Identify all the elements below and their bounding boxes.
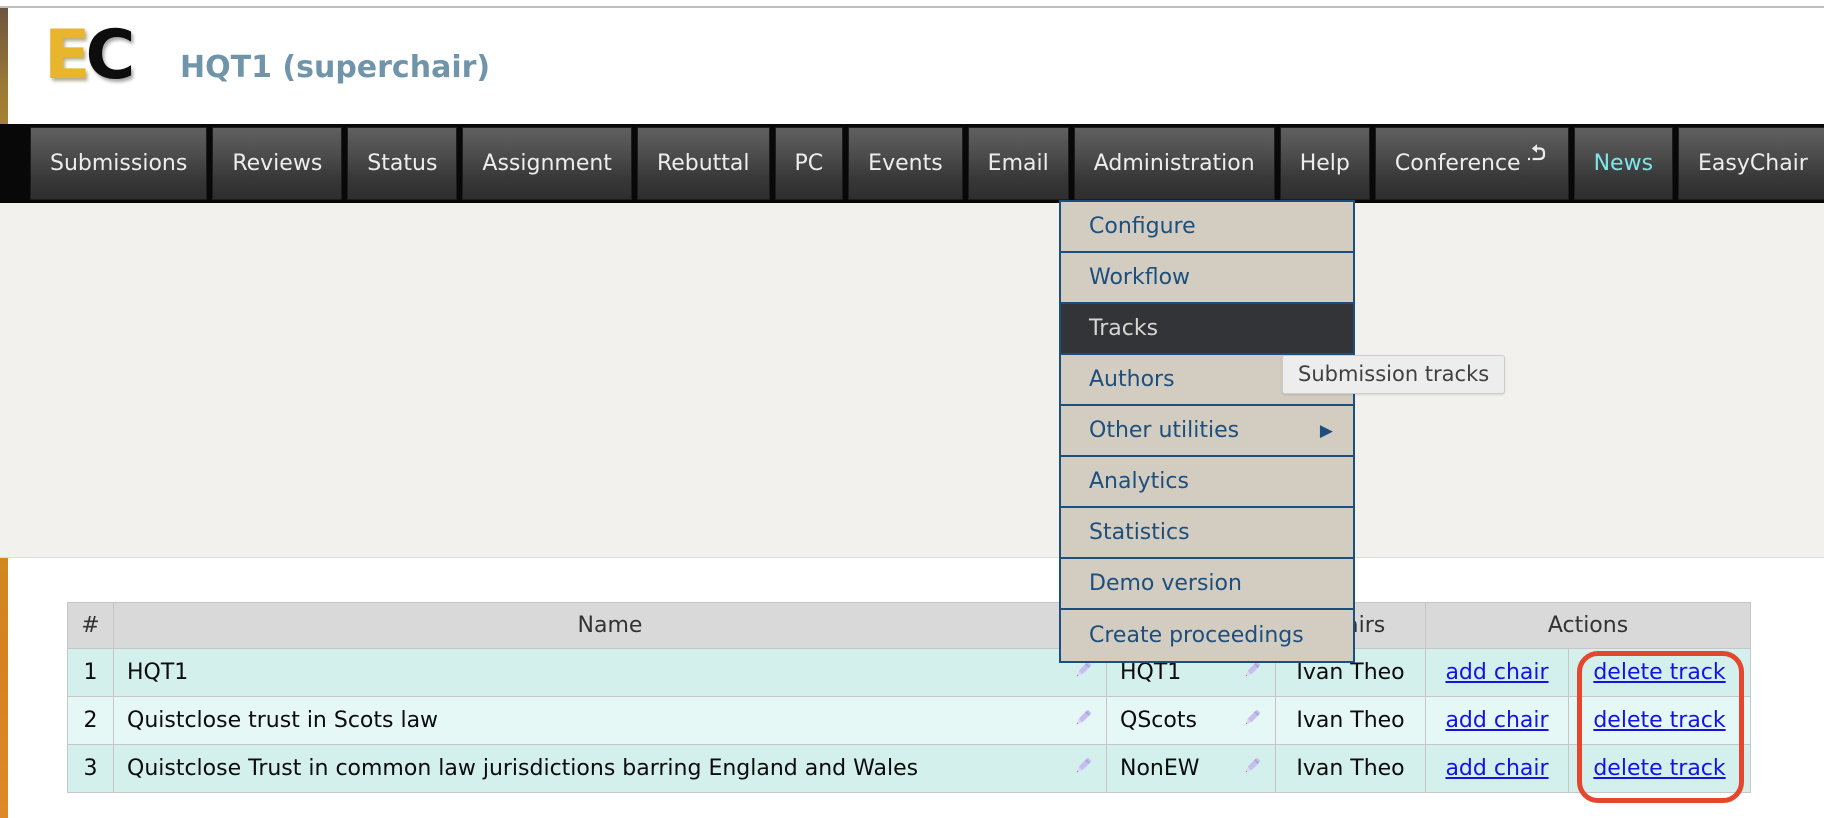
nav-help[interactable]: Help [1280,127,1370,200]
header-actions: Actions [1426,603,1751,649]
edit-pencil-icon[interactable] [1073,660,1093,686]
tracks-tooltip: Submission tracks [1282,355,1505,394]
nav-submissions[interactable]: Submissions [30,127,207,200]
delete-track-link[interactable]: delete track [1593,660,1725,685]
menu-item-tracks[interactable]: Tracks [1061,304,1353,355]
edit-pencil-icon[interactable] [1242,756,1262,782]
tracks-table: # Name Chairs Actions 1 HQT1 HQT1 Ivan T… [67,602,1751,793]
add-chair-link[interactable]: add chair [1445,708,1548,733]
track-shortname-cell[interactable]: QScots [1107,697,1276,745]
add-chair-link[interactable]: add chair [1445,660,1548,685]
table-row: 1 HQT1 HQT1 Ivan Theo add chair delete t… [68,649,1751,697]
edit-pencil-icon[interactable] [1073,708,1093,734]
nav-rebuttal[interactable]: Rebuttal [637,127,770,200]
intro-band [0,203,1824,558]
easychair-logo: EC [44,22,130,90]
nav-pc[interactable]: PC [775,127,844,200]
nav-news[interactable]: News [1574,127,1673,200]
track-number: 1 [68,649,114,697]
nav-easychair[interactable]: EasyChair [1678,127,1824,200]
track-name-cell[interactable]: Quistclose Trust in common law jurisdict… [114,745,1107,793]
administration-dropdown-menu: Configure Workflow Tracks Authors▶ Other… [1059,200,1355,663]
nav-assignment[interactable]: Assignment [462,127,632,200]
nav-reviews[interactable]: Reviews [212,127,342,200]
header-name: Name [114,603,1107,649]
return-arrow-icon [1525,139,1549,169]
track-shortname-cell[interactable]: NonEW [1107,745,1276,793]
track-name-cell[interactable]: Quistclose trust in Scots law [114,697,1107,745]
add-chair-link[interactable]: add chair [1445,756,1548,781]
menu-item-analytics[interactable]: Analytics [1061,457,1353,508]
delete-track-link[interactable]: delete track [1593,756,1725,781]
submenu-arrow-icon: ▶ [1320,421,1333,441]
nav-email[interactable]: Email [968,127,1069,200]
track-number: 3 [68,745,114,793]
menu-item-workflow[interactable]: Workflow [1061,253,1353,304]
nav-administration[interactable]: Administration [1074,127,1275,200]
nav-status[interactable]: Status [347,127,457,200]
nav-conference[interactable]: Conference [1375,127,1569,200]
track-number: 2 [68,697,114,745]
menu-item-statistics[interactable]: Statistics [1061,508,1353,559]
menu-item-create-proceedings[interactable]: Create proceedings [1061,610,1353,661]
track-chairs: Ivan Theo [1276,745,1426,793]
header-num: # [68,603,114,649]
menu-item-configure[interactable]: Configure [1061,202,1353,253]
menu-item-other-utilities[interactable]: Other utilities▶ [1061,406,1353,457]
nav-events[interactable]: Events [848,127,963,200]
conference-title: HQT1 (superchair) [180,50,490,85]
track-chairs: Ivan Theo [1276,697,1426,745]
table-row: 2 Quistclose trust in Scots law QScots I… [68,697,1751,745]
menu-item-demo-version[interactable]: Demo version [1061,559,1353,610]
table-row: 3 Quistclose Trust in common law jurisdi… [68,745,1751,793]
page-header: EC HQT1 (superchair) [8,8,1824,124]
edit-pencil-icon[interactable] [1242,708,1262,734]
main-navbar: Submissions Reviews Status Assignment Re… [0,124,1824,203]
logo-letter-e: E [44,16,85,95]
logo-letter-c: C [85,16,130,95]
edit-pencil-icon[interactable] [1073,756,1093,782]
delete-track-link[interactable]: delete track [1593,708,1725,733]
track-name-cell[interactable]: HQT1 [114,649,1107,697]
table-header-row: # Name Chairs Actions [68,603,1751,649]
edit-pencil-icon[interactable] [1242,660,1262,686]
